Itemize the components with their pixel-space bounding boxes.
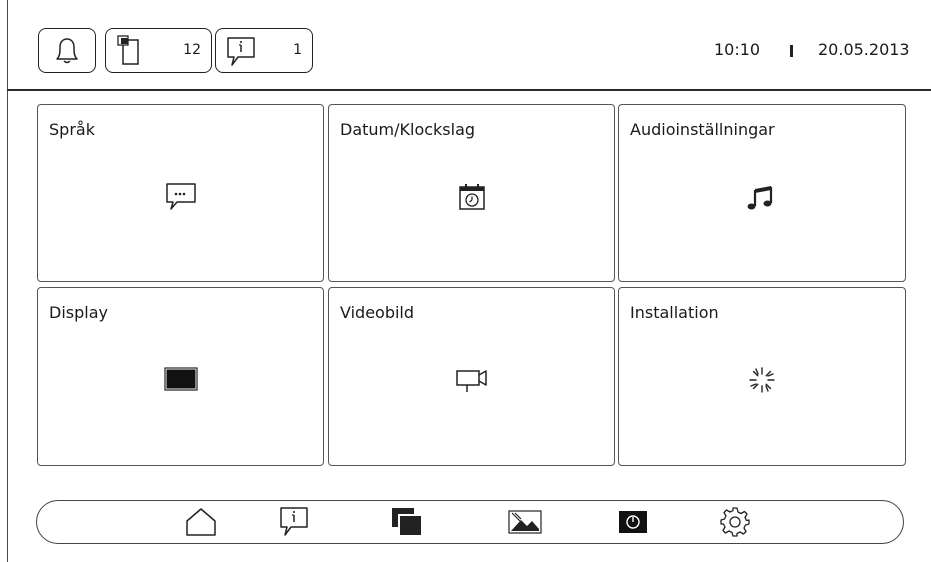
tile-video-image[interactable]: Videobild — [328, 287, 615, 466]
phone-messages-icon — [117, 35, 139, 65]
nav-gallery[interactable] — [389, 505, 425, 539]
tile-installation[interactable]: Installation — [618, 287, 906, 466]
info-message-icon — [280, 507, 308, 536]
picture-icon — [508, 510, 542, 534]
power-icon — [619, 511, 647, 533]
calendar-clock-icon — [458, 184, 485, 210]
tile-installation-label: Installation — [630, 303, 719, 322]
tile-date-time[interactable]: Datum/Klockslag — [328, 104, 615, 282]
nav-home[interactable] — [183, 505, 219, 539]
tile-audio-settings[interactable]: Audioinställningar — [618, 104, 906, 282]
home-icon — [186, 508, 216, 536]
tile-date-time-label: Datum/Klockslag — [340, 120, 476, 139]
info-count: 1 — [293, 42, 302, 58]
nav-info[interactable] — [277, 505, 313, 539]
bottom-nav-bar — [36, 500, 904, 544]
nav-settings[interactable] — [717, 505, 753, 539]
bell-button[interactable] — [38, 28, 96, 73]
speech-bubble-icon — [165, 183, 196, 210]
bell-icon — [56, 37, 78, 63]
video-camera-icon — [455, 370, 487, 392]
clock: 10:10 — [714, 40, 761, 59]
nav-picture[interactable] — [507, 505, 543, 539]
messages-count: 12 — [183, 42, 201, 58]
header-bar: 12 1 10:10 20.05.2013 — [0, 0, 931, 92]
messages-button[interactable]: 12 — [105, 28, 212, 73]
tile-language[interactable]: Språk — [37, 104, 324, 282]
settings-gear-icon — [720, 507, 750, 537]
tile-audio-settings-label: Audioinställningar — [630, 120, 775, 139]
header-divider — [7, 89, 931, 91]
tile-video-image-label: Videobild — [340, 303, 415, 322]
info-message-icon — [227, 37, 255, 66]
gallery-icon — [392, 508, 423, 537]
tile-display-label: Display — [49, 303, 108, 322]
music-note-icon — [747, 186, 773, 210]
header-separator — [790, 45, 793, 57]
tile-language-label: Språk — [49, 120, 95, 139]
display-icon — [163, 367, 198, 391]
info-messages-button[interactable]: 1 — [215, 28, 313, 73]
tile-display[interactable]: Display — [37, 287, 324, 466]
installation-spinner-icon — [749, 367, 775, 393]
date: 20.05.2013 — [818, 40, 910, 59]
nav-power[interactable] — [615, 505, 651, 539]
